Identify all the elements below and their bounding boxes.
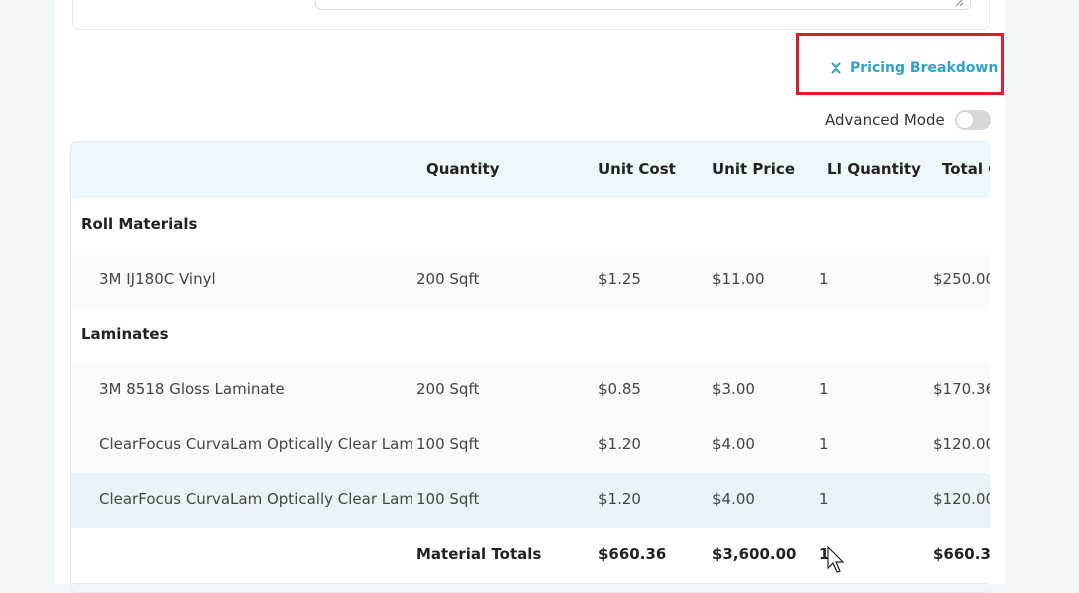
total-cell: $120.00 xyxy=(933,435,990,453)
advanced-mode-toggle[interactable] xyxy=(954,110,991,130)
unit-cost-cell: $1.20 xyxy=(598,435,641,453)
toggle-knob xyxy=(956,112,973,128)
totals-unit-cost: $660.36 xyxy=(598,545,667,563)
totals-total: $660.36 xyxy=(933,545,990,563)
pricing-table: Quantity Unit Cost Unit Price LI Quantit… xyxy=(70,141,990,593)
mouse-pointer-icon xyxy=(827,546,845,573)
unit-price-cell: $4.00 xyxy=(712,435,755,453)
unit-cost-cell: $0.85 xyxy=(598,380,641,398)
unit-price-cell: $3.00 xyxy=(712,380,755,398)
unit-price-cell: $4.00 xyxy=(712,490,755,508)
resize-handle-icon[interactable] xyxy=(954,0,964,7)
li-quantity-cell: 1 xyxy=(819,380,829,398)
advanced-mode-label: Advanced Mode xyxy=(825,111,945,129)
notes-textarea[interactable] xyxy=(315,0,971,10)
header-li-quantity[interactable]: LI Quantity xyxy=(827,160,921,178)
li-quantity-cell: 1 xyxy=(819,435,829,453)
totals-label: Material Totals xyxy=(416,545,542,563)
group-title: Laminates xyxy=(81,325,169,343)
material-name: ClearFocus CurvaLam Optically Clear Lami… xyxy=(99,490,412,508)
table-row[interactable]: ClearFocus CurvaLam Optically Clear Lami… xyxy=(71,418,990,474)
material-name: ClearFocus CurvaLam Optically Clear Lami… xyxy=(99,435,412,453)
total-cell: $250.00 xyxy=(933,270,990,288)
group-row-laminates: Laminates xyxy=(71,308,990,364)
total-cell: $170.36 xyxy=(933,380,990,398)
group-row-roll-materials: Roll Materials xyxy=(71,198,990,254)
header-unit-price[interactable]: Unit Price xyxy=(712,160,795,178)
unit-cost-cell: $1.20 xyxy=(598,490,641,508)
header-quantity[interactable]: Quantity xyxy=(426,160,500,178)
header-total-cost[interactable]: Total C xyxy=(942,160,990,178)
advanced-mode-row: Advanced Mode xyxy=(825,108,991,132)
quantity-cell: 200 Sqft xyxy=(416,270,480,288)
unit-cost-cell: $1.25 xyxy=(598,270,641,288)
table-header: Quantity Unit Cost Unit Price LI Quantit… xyxy=(71,142,990,199)
group-title: Roll Materials xyxy=(81,215,198,233)
li-quantity-cell: 1 xyxy=(819,270,829,288)
header-unit-cost[interactable]: Unit Cost xyxy=(598,160,676,178)
table-row[interactable]: 3M IJ180C Vinyl 200 Sqft $1.25 $11.00 1 … xyxy=(71,253,990,309)
total-cell: $120.00 xyxy=(933,490,990,508)
quantity-cell: 100 Sqft xyxy=(416,490,480,508)
unit-price-cell: $11.00 xyxy=(712,270,765,288)
li-quantity-cell: 1 xyxy=(819,490,829,508)
table-row[interactable]: 3M 8518 Gloss Laminate 200 Sqft $0.85 $3… xyxy=(71,363,990,419)
quantity-cell: 200 Sqft xyxy=(416,380,480,398)
totals-unit-price: $3,600.00 xyxy=(712,545,797,563)
totals-row: Material Totals $660.36 $3,600.00 1 $660… xyxy=(71,528,990,584)
material-name: 3M 8518 Gloss Laminate xyxy=(99,380,285,398)
highlight-annotation xyxy=(796,33,1004,95)
table-row[interactable]: ClearFocus CurvaLam Optically Clear Lami… xyxy=(71,473,990,529)
quantity-cell: 100 Sqft xyxy=(416,435,480,453)
material-name: 3M IJ180C Vinyl xyxy=(99,270,216,288)
